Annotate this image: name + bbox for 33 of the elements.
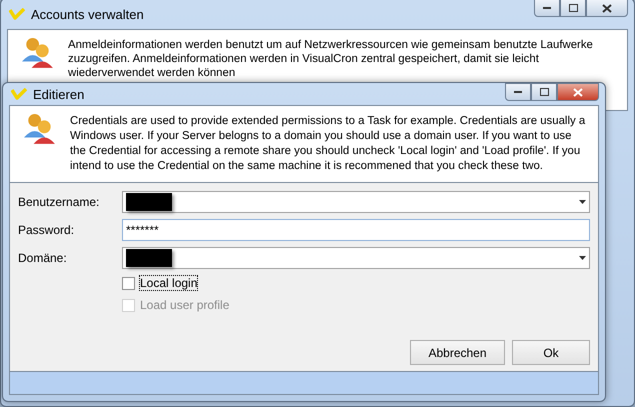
minimize-button[interactable]: [534, 0, 560, 17]
dialog-title: Editieren: [33, 86, 86, 102]
window-title: Accounts verwalten: [31, 6, 145, 22]
dropdown-field[interactable]: [122, 247, 590, 269]
field-label: Password:: [18, 223, 76, 237]
cancel-button[interactable]: Abbrechen: [410, 340, 505, 365]
checkbox-label: Local login: [140, 276, 198, 290]
dropdown-caret-icon[interactable]: [579, 256, 586, 260]
ok-button[interactable]: Ok: [512, 340, 590, 365]
close-button[interactable]: [557, 83, 599, 101]
users-icon: [22, 38, 54, 70]
minimize-icon: [514, 91, 522, 93]
users-icon: [24, 114, 56, 146]
close-button[interactable]: [586, 0, 628, 17]
dropdown-caret-icon[interactable]: [579, 200, 586, 204]
maximize-icon: [540, 88, 548, 96]
dropdown-field[interactable]: [122, 191, 590, 213]
maximize-button[interactable]: [560, 0, 586, 17]
password-field[interactable]: *******: [122, 219, 590, 241]
minimize-button[interactable]: [505, 83, 531, 101]
app-logo-icon: [9, 8, 25, 20]
app-logo-icon: [11, 88, 27, 100]
field-label: Domäne:: [18, 251, 68, 265]
checkbox-label: Load user profile: [140, 298, 230, 312]
maximize-icon: [568, 4, 578, 12]
close-icon: [602, 4, 612, 12]
maximize-button[interactable]: [531, 83, 557, 101]
close-icon: [573, 88, 583, 96]
field-label: Benutzername:: [18, 195, 100, 209]
checkbox[interactable]: [122, 276, 135, 290]
description-text: Credentials are used to provide extended permissions to a Task for example. Credentials are usually a Windows user. If your Server belogns to a domain you should use a domain user. If you want to use the Credential for accessing a remote share you should uncheck 'Local login' and 'Load profile'. If you intend to use the Credential on the same machine it is recommened that you check these two.: [70, 114, 586, 174]
minimize-icon: [543, 7, 551, 9]
description-text: Anmeldeinformationen werden benutzt um auf Netzwerkressourcen wie gemeinsam benutzte Laufwerke zuzugreifen. Anmeldeinformationen werden in VisualCron zentral gespeichert, damit sie leicht wiederverwendet werden können: [68, 38, 594, 80]
